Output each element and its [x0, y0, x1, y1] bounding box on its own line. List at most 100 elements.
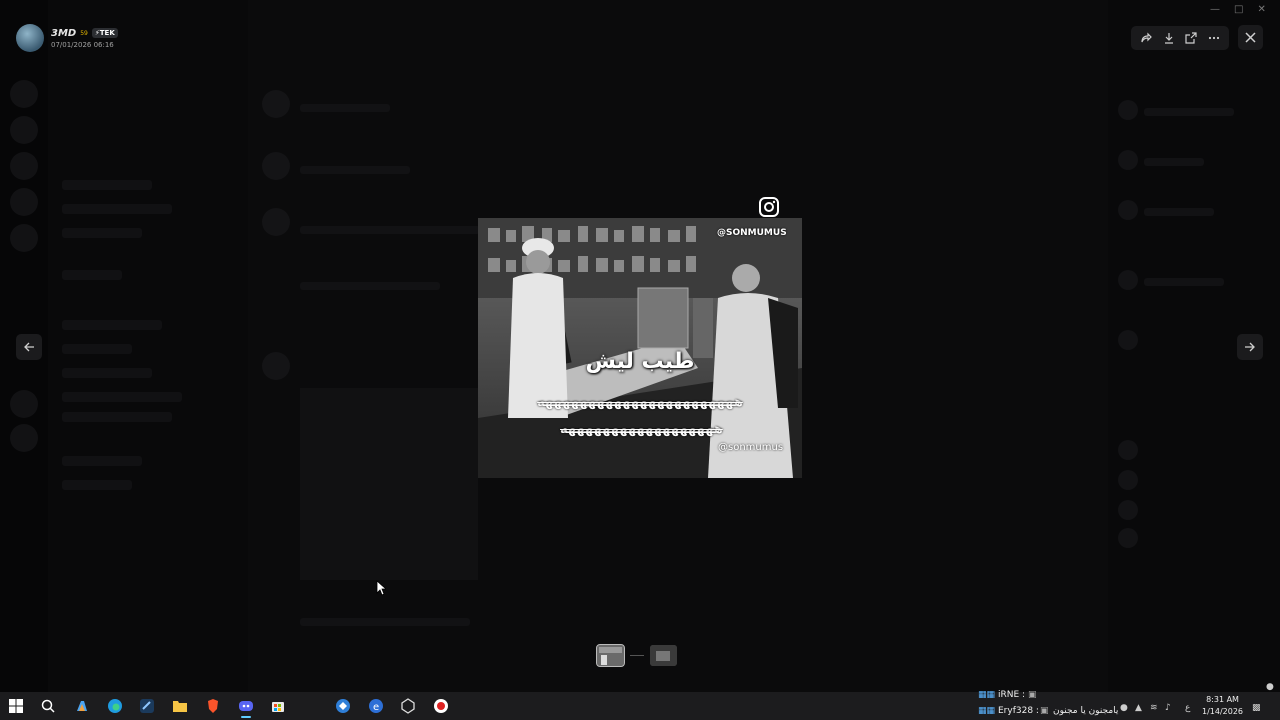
- volume-icon[interactable]: ♪: [1165, 703, 1171, 713]
- maximize-icon[interactable]: □: [1234, 4, 1243, 15]
- upload-timestamp: 07/01/2026 06:16: [51, 40, 114, 49]
- edge-icon[interactable]: [105, 696, 125, 716]
- uploader-name[interactable]: 3MD: [51, 28, 76, 39]
- forward-icon[interactable]: [1137, 29, 1155, 47]
- message-avatar: [262, 208, 290, 236]
- message-line: [300, 166, 410, 174]
- svg-text:e: e: [373, 702, 379, 713]
- channel-row: [62, 320, 162, 330]
- member-avatar: [1118, 100, 1138, 120]
- tray-message: يامجنون يا مجنون: [1053, 706, 1119, 716]
- member-line: [1144, 158, 1204, 166]
- steam-icon[interactable]: [137, 696, 157, 716]
- microphone-icon[interactable]: ●: [1120, 703, 1128, 713]
- mic-indicator-icon: ●: [1266, 682, 1274, 692]
- tray-badge-icon: ▦▦: [978, 690, 996, 700]
- server-icon: [10, 116, 38, 144]
- channel-row: [62, 392, 182, 402]
- channel-row: [62, 344, 132, 354]
- close-icon: [1245, 32, 1256, 43]
- uploader-info: 3MD 59 ⚡TEK 07/01/2026 06:16: [16, 24, 118, 52]
- language-icon[interactable]: ع: [1185, 703, 1190, 713]
- notifications-icon[interactable]: ▩: [1252, 703, 1261, 713]
- member-avatar: [1118, 440, 1138, 460]
- tray-sticker-icon: ▣: [1028, 690, 1037, 700]
- member-line: [1144, 278, 1224, 286]
- member-line: [1144, 208, 1214, 216]
- server-icon: [10, 80, 38, 108]
- wifi-icon[interactable]: ≋: [1150, 703, 1158, 713]
- message-media-preview: [300, 388, 478, 580]
- active-app-indicator: [241, 716, 251, 718]
- member-avatar: [1118, 200, 1138, 220]
- tray-sticker-icon: ▣: [1040, 706, 1049, 716]
- thumbnail-1[interactable]: [596, 644, 625, 667]
- close-viewer-button[interactable]: [1238, 25, 1263, 50]
- discord-icon[interactable]: [236, 696, 256, 716]
- message-avatar: [262, 152, 290, 180]
- server-icon: [10, 424, 38, 452]
- recorder-icon[interactable]: [431, 696, 451, 716]
- clock-date: 1/14/2026: [1202, 707, 1244, 716]
- channel-row: [62, 180, 152, 190]
- member-avatar: [1118, 330, 1138, 350]
- member-avatar: [1118, 150, 1138, 170]
- video-frame-image: [478, 218, 802, 478]
- copilot-icon[interactable]: [72, 696, 92, 716]
- watermark-top: @SONMUMUS: [717, 228, 787, 238]
- unity-icon[interactable]: [398, 696, 418, 716]
- channel-row: [62, 368, 152, 378]
- media-video[interactable]: [478, 218, 802, 478]
- server-icon: [10, 224, 38, 252]
- media-toolbar: [1131, 26, 1229, 50]
- guild-tag: ⚡TEK: [91, 28, 118, 38]
- brave-icon[interactable]: [203, 696, 223, 716]
- store-icon[interactable]: [268, 696, 288, 716]
- channel-row: [62, 204, 172, 214]
- instagram-icon: [759, 197, 779, 217]
- tray-badge-icon: ▦▦: [978, 706, 996, 716]
- vpn-icon[interactable]: [333, 696, 353, 716]
- channel-row: [62, 480, 132, 490]
- member-avatar: [1118, 500, 1138, 520]
- avatar[interactable]: [16, 24, 44, 52]
- tray-user-1: iRNE :: [998, 690, 1026, 700]
- message-line: [300, 282, 440, 290]
- channel-row: [62, 270, 122, 280]
- member-avatar: [1118, 270, 1138, 290]
- thumbnail-2[interactable]: [650, 645, 677, 666]
- member-avatar: [1118, 528, 1138, 548]
- media-thumbnails: [596, 644, 677, 667]
- thumbnail-separator: [630, 655, 644, 656]
- clock-time: 8:31 AM: [1206, 695, 1239, 704]
- windows-start-icon[interactable]: [6, 696, 26, 716]
- message-avatar: [262, 90, 290, 118]
- watermark-bottom: @sonmumus: [718, 442, 784, 453]
- more-icon[interactable]: [1205, 29, 1223, 47]
- message-line: [300, 226, 480, 234]
- download-icon[interactable]: [1160, 29, 1178, 47]
- taskbar-clock[interactable]: 8:31 AM 1/14/2026: [1202, 694, 1243, 718]
- next-media-button[interactable]: [1237, 334, 1263, 360]
- open-external-icon[interactable]: [1182, 29, 1200, 47]
- previous-media-button[interactable]: [16, 334, 42, 360]
- channel-row: [62, 456, 142, 466]
- channel-row: [62, 228, 142, 238]
- channel-row: [62, 412, 172, 422]
- arrow-right-icon: [1245, 342, 1255, 352]
- message-avatar: [262, 352, 290, 380]
- file-explorer-icon[interactable]: [170, 696, 190, 716]
- server-icon: [10, 152, 38, 180]
- window-controls: — □ ✕: [1210, 4, 1266, 15]
- window-close-icon[interactable]: ✕: [1257, 4, 1265, 15]
- network-icon[interactable]: ▲: [1135, 703, 1142, 713]
- server-icon: [10, 390, 38, 418]
- message-line: [300, 104, 390, 112]
- app-icon[interactable]: e: [366, 696, 386, 716]
- caption-main: طيب ليش: [585, 349, 695, 374]
- member-avatar: [1118, 470, 1138, 490]
- caption-laugh-1: هههههههههههههههههههههههه: [537, 395, 744, 410]
- search-icon[interactable]: [38, 696, 58, 716]
- minimize-icon[interactable]: —: [1210, 4, 1220, 15]
- mouse-cursor-icon: [376, 580, 386, 596]
